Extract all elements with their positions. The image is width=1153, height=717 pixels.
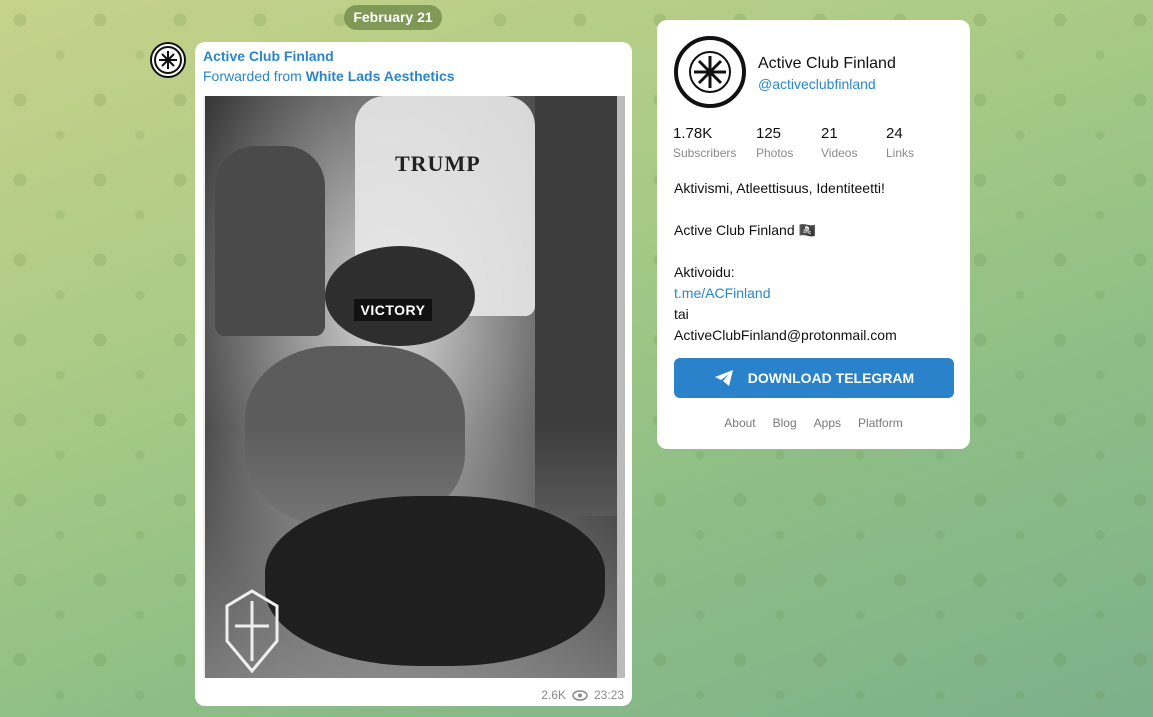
post-author[interactable]: Active Club Finland	[203, 48, 334, 64]
stat-label: Photos	[756, 146, 794, 160]
stat-number: 125	[756, 125, 782, 142]
club-logo-icon	[154, 46, 182, 74]
club-logo-icon	[680, 42, 740, 102]
stat-videos[interactable]: 21 Videos	[821, 125, 866, 160]
desc-line: tai	[674, 306, 689, 322]
telegram-plane-icon	[714, 370, 733, 386]
desc-line: Aktivismi, Atleettisuus, Identiteetti!	[674, 180, 885, 196]
stat-photos[interactable]: 125 Photos	[756, 125, 801, 160]
channel-stats: 1.78K Subscribers 125 Photos 21 Videos 2…	[673, 125, 946, 160]
download-telegram-button[interactable]: DOWNLOAD TELEGRAM	[674, 358, 954, 398]
footer-link-platform[interactable]: Platform	[858, 416, 903, 430]
desc-link[interactable]: t.me/ACFinland	[674, 283, 954, 304]
stat-links[interactable]: 24 Links	[886, 125, 926, 160]
forwarded-prefix: Forwarded from	[203, 68, 306, 84]
post-meta: 2.6K 23:23	[541, 688, 624, 702]
stat-number: 24	[886, 125, 903, 142]
photo-shirt-text: TRUMP	[395, 151, 481, 176]
stat-number: 21	[821, 125, 838, 142]
channel-description: Aktivismi, Atleettisuus, Identiteetti! A…	[674, 178, 954, 346]
desc-line: Active Club Finland 🏴‍☠️	[674, 222, 816, 238]
footer-link-apps[interactable]: Apps	[814, 416, 841, 430]
stat-number: 1.78K	[673, 125, 713, 142]
channel-info-card: Active Club Finland @activeclubfinland 1…	[657, 20, 970, 449]
stat-label: Videos	[821, 146, 858, 160]
footer-link-blog[interactable]: Blog	[773, 416, 797, 430]
views-count: 2.6K	[541, 688, 566, 702]
download-telegram-label: DOWNLOAD TELEGRAM	[747, 370, 915, 386]
victory-label: VICTORY	[354, 299, 432, 321]
post-time: 23:23	[593, 688, 624, 702]
stat-label: Links	[886, 146, 915, 160]
forwarded-source-link[interactable]: White Lads Aesthetics	[306, 68, 455, 84]
post-photo[interactable]: TRUMP VICTORY	[203, 96, 625, 678]
channel-handle[interactable]: @activeclubfinland	[758, 76, 876, 92]
footer-link-about[interactable]: About	[724, 416, 755, 430]
eye-icon	[572, 689, 588, 701]
channel-post: Active Club Finland Forwarded from White…	[195, 42, 632, 706]
forwarded-from: Forwarded from White Lads Aesthetics	[203, 68, 455, 84]
photo-figure	[325, 246, 475, 346]
desc-email: ActiveClubFinland@protonmail.com	[674, 327, 897, 343]
stat-subscribers[interactable]: 1.78K Subscribers	[673, 125, 736, 160]
photo-figure	[215, 146, 325, 336]
channel-avatar[interactable]	[150, 42, 186, 78]
emblem-icon	[225, 589, 279, 674]
footer-links: About Blog Apps Platform	[657, 416, 970, 430]
channel-name: Active Club Finland	[758, 55, 896, 72]
photo-figure	[265, 496, 605, 666]
date-separator: February 21	[344, 5, 442, 30]
stat-label: Subscribers	[673, 146, 737, 160]
desc-line: Aktivoidu:	[674, 264, 735, 280]
channel-card-avatar[interactable]	[674, 36, 746, 108]
